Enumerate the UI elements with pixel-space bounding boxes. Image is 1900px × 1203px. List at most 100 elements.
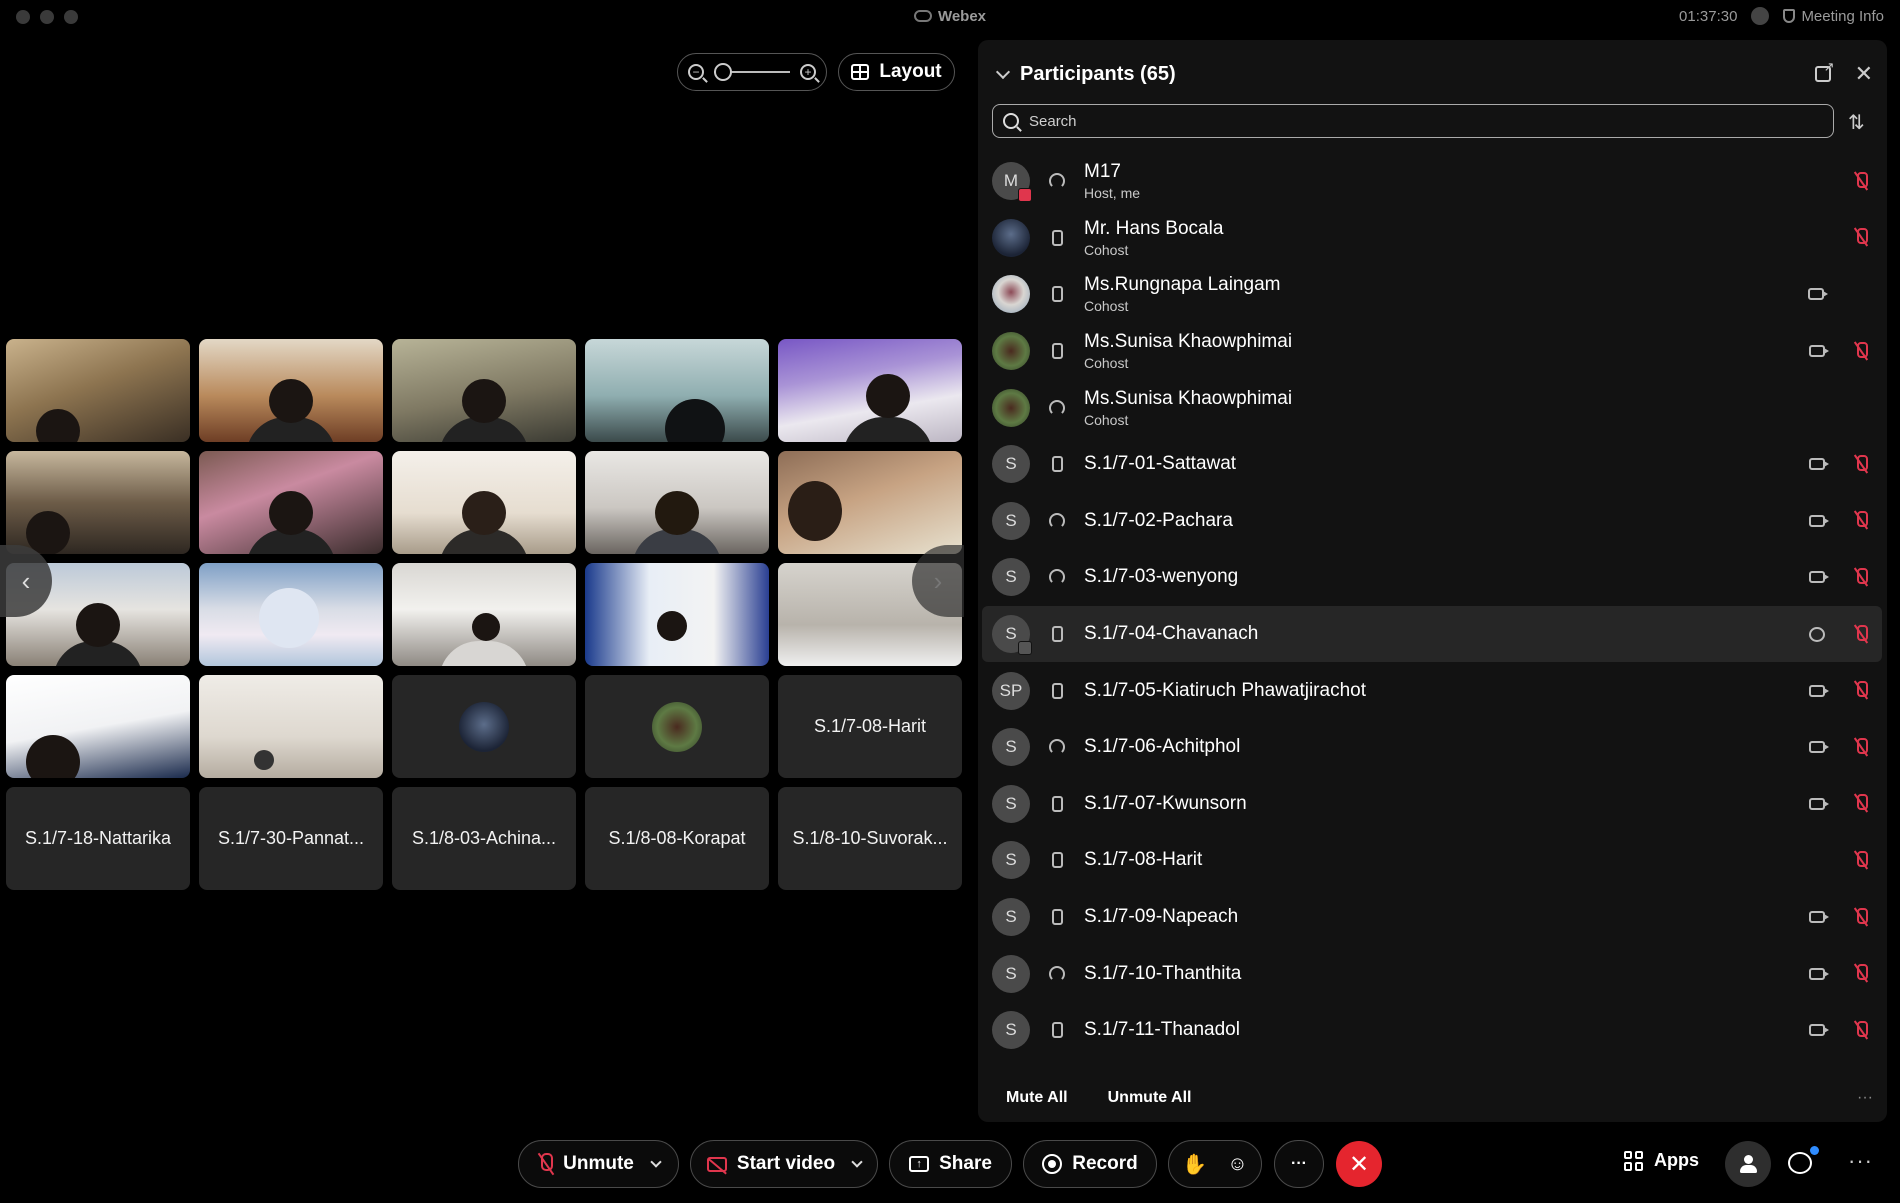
microphone-muted-icon[interactable] <box>1853 850 1868 870</box>
microphone-muted-icon[interactable] <box>1853 1020 1868 1040</box>
more-options-icon[interactable]: ··· <box>1857 1089 1873 1107</box>
chat-button[interactable] <box>1788 1152 1812 1174</box>
microphone-muted-icon[interactable] <box>1853 737 1868 757</box>
participant-row[interactable]: M M17 Host, me <box>982 153 1882 210</box>
microphone-muted-icon[interactable] <box>1853 681 1868 700</box>
search-input[interactable] <box>1029 112 1789 130</box>
participant-row[interactable]: S S.1/7-01-Sattawat <box>982 436 1882 493</box>
avatar-tile[interactable] <box>392 675 576 778</box>
participant-row[interactable]: S S.1/7-08-Harit <box>982 832 1882 889</box>
raise-hand-icon[interactable]: ✋ <box>1182 1152 1207 1177</box>
more-options-button[interactable]: ··· <box>1848 1148 1873 1174</box>
video-tile[interactable] <box>392 563 576 666</box>
camera-icon[interactable] <box>1809 345 1829 358</box>
name-tile[interactable]: S.1/8-08-Korapat <box>585 787 769 890</box>
microphone-muted-icon[interactable] <box>1853 341 1868 361</box>
microphone-muted-icon[interactable] <box>1853 228 1868 247</box>
video-tile[interactable] <box>585 451 769 554</box>
microphone-muted-icon[interactable] <box>1853 907 1868 927</box>
participant-row[interactable]: S S.1/7-06-Achitphol <box>982 719 1882 776</box>
microphone-muted-icon[interactable] <box>1853 171 1868 191</box>
camera-icon[interactable] <box>1809 967 1829 980</box>
video-tile[interactable] <box>199 563 383 666</box>
participant-search[interactable] <box>992 104 1834 138</box>
camera-icon[interactable] <box>1809 797 1829 810</box>
participant-row[interactable]: S S.1/7-07-Kwunsorn <box>982 776 1882 833</box>
camera-icon[interactable] <box>1809 911 1829 924</box>
camera-icon[interactable] <box>1809 514 1829 527</box>
video-tile[interactable] <box>778 451 962 554</box>
video-tile[interactable] <box>392 451 576 554</box>
chevron-down-icon[interactable] <box>650 1155 662 1168</box>
participant-row[interactable]: S S.1/7-04-Chavanach <box>982 605 1882 663</box>
meeting-info-button[interactable]: Meeting Info <box>1783 8 1884 25</box>
camera-icon[interactable] <box>1809 571 1829 584</box>
network-signal-icon[interactable] <box>1751 7 1770 25</box>
video-tile[interactable] <box>199 451 383 554</box>
collapse-chevron-icon[interactable] <box>995 64 1011 80</box>
name-tile[interactable]: S.1/8-03-Achina... <box>392 787 576 890</box>
unmute-all-button[interactable]: Unmute All <box>1108 1089 1192 1107</box>
participant-row[interactable]: Ms.Sunisa Khaowphimai Cohost <box>982 379 1882 436</box>
chevron-down-icon[interactable] <box>851 1155 863 1168</box>
camera-icon[interactable] <box>1808 288 1828 301</box>
microphone-muted-icon[interactable] <box>1853 624 1868 644</box>
chevron-right-icon: › <box>933 565 943 596</box>
zoom-slider[interactable] <box>714 63 790 81</box>
popout-icon[interactable] <box>1814 59 1835 82</box>
close-icon[interactable]: ✕ <box>1855 63 1873 85</box>
participant-row[interactable]: Ms.Sunisa Khaowphimai Cohost <box>982 323 1882 380</box>
record-button[interactable]: Record <box>1023 1140 1157 1188</box>
participant-row[interactable]: S S.1/7-02-Pachara <box>982 493 1882 550</box>
participant-row[interactable]: S S.1/7-03-wenyong <box>982 549 1882 606</box>
unmute-button[interactable]: Unmute <box>518 1140 679 1188</box>
camera-icon[interactable] <box>1809 1024 1829 1037</box>
camera-icon[interactable] <box>1809 458 1829 471</box>
zoom-slider-knob[interactable] <box>714 63 732 81</box>
participant-row[interactable]: S S.1/7-10-Thanthita <box>982 945 1882 1002</box>
participants-button[interactable] <box>1725 1141 1771 1187</box>
tile-name: S.1/7-18-Nattarika <box>24 828 172 848</box>
video-tile[interactable] <box>6 675 190 778</box>
participant-row[interactable]: Ms.Rungnapa Laingam Cohost <box>982 266 1882 323</box>
microphone-muted-icon[interactable] <box>1853 964 1868 983</box>
camera-icon[interactable] <box>1809 741 1829 754</box>
name-tile[interactable]: S.1/7-18-Nattarika <box>6 787 190 890</box>
video-tile[interactable] <box>585 339 769 442</box>
participant-row[interactable]: Mr. Hans Bocala Cohost <box>982 210 1882 267</box>
sort-icon[interactable]: ⇅ <box>1848 110 1865 135</box>
layout-button[interactable]: Layout <box>838 53 955 91</box>
video-tile[interactable] <box>199 339 383 442</box>
participant-row[interactable]: S S.1/7-09-Napeach <box>982 889 1882 946</box>
video-zoom-control[interactable]: − + <box>677 53 827 91</box>
microphone-muted-icon[interactable] <box>1853 511 1868 530</box>
camera-icon[interactable] <box>1809 684 1829 697</box>
apps-button[interactable]: Apps <box>1624 1150 1699 1171</box>
start-video-button[interactable]: Start video <box>690 1140 878 1188</box>
name-tile[interactable]: S.1/7-30-Pannat... <box>199 787 383 890</box>
participant-row[interactable]: SP S.1/7-05-Kiatiruch Phawatjirachot <box>982 662 1882 719</box>
avatar-status-badge <box>1018 188 1032 203</box>
name-tile[interactable]: S.1/8-10-Suvorak... <box>778 787 962 890</box>
video-tile[interactable] <box>585 563 769 666</box>
avatar: S <box>992 898 1030 937</box>
avatar-tile[interactable] <box>585 675 769 778</box>
microphone-muted-icon[interactable] <box>1853 567 1868 587</box>
chat-icon[interactable] <box>1809 626 1825 642</box>
end-meeting-button[interactable]: ✕ <box>1336 1141 1382 1187</box>
video-tile[interactable] <box>6 451 190 554</box>
share-button[interactable]: ↑ Share <box>889 1140 1012 1188</box>
microphone-muted-icon[interactable] <box>1853 454 1868 474</box>
video-tile[interactable] <box>199 675 383 778</box>
more-actions-button[interactable]: ··· <box>1274 1140 1324 1188</box>
name-tile[interactable]: S.1/7-08-Harit <box>778 675 962 778</box>
video-tile[interactable] <box>778 339 962 442</box>
microphone-muted-icon[interactable] <box>1853 794 1868 813</box>
video-tile[interactable] <box>392 339 576 442</box>
video-tile[interactable] <box>6 339 190 442</box>
reactions-icon[interactable]: ☺ <box>1227 1153 1247 1176</box>
zoom-in-icon[interactable]: + <box>800 64 816 80</box>
participant-row[interactable]: S S.1/7-11-Thanadol <box>982 1002 1882 1059</box>
mute-all-button[interactable]: Mute All <box>1006 1089 1068 1107</box>
zoom-out-icon[interactable]: − <box>688 64 704 80</box>
